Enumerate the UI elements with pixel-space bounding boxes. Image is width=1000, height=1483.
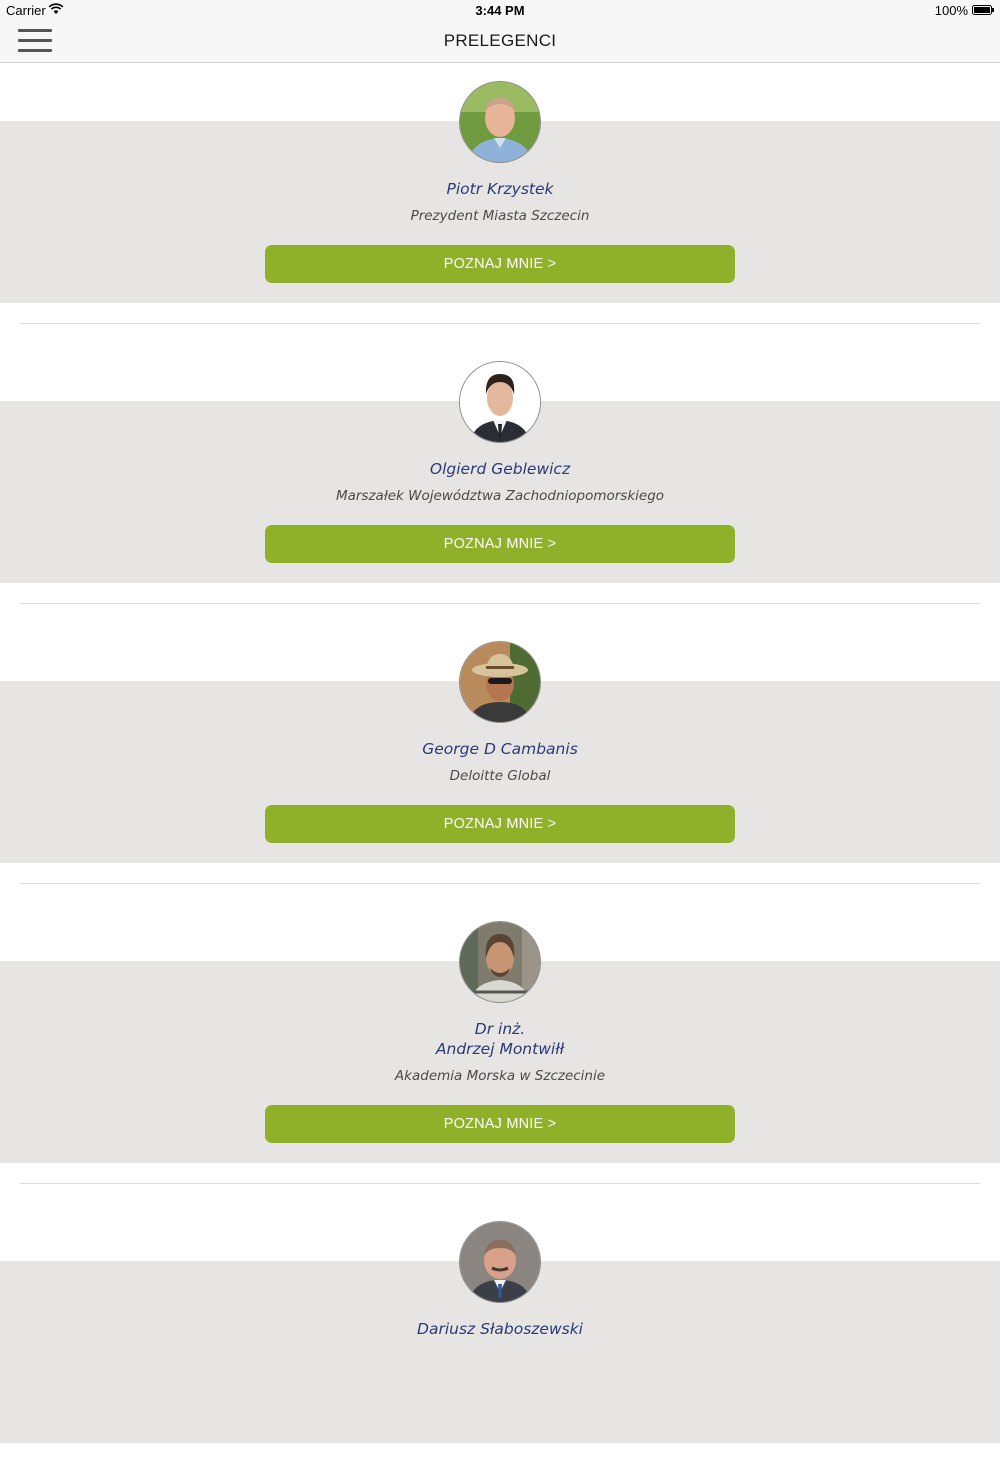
- battery-percentage: 100%: [934, 3, 968, 18]
- speaker-avatar: [460, 82, 540, 162]
- speaker-avatar: [460, 922, 540, 1002]
- meet-speaker-button[interactable]: POZNAJ MNIE >: [265, 1105, 735, 1143]
- divider: [20, 883, 980, 884]
- divider: [20, 1183, 980, 1184]
- speaker-card: Dariusz Słaboszewski: [0, 1203, 1000, 1483]
- speaker-role: Deloitte Global: [449, 768, 551, 784]
- page-title: PRELEGENCI: [443, 31, 557, 50]
- meet-speaker-button[interactable]: POZNAJ MNIE >: [265, 805, 735, 843]
- clock: 3:44 PM: [475, 3, 525, 18]
- speaker-name: Piotr Krzystek: [446, 180, 554, 198]
- speaker-card: George D Cambanis Deloitte Global POZNAJ…: [0, 623, 1000, 903]
- speaker-role: Prezydent Miasta Szczecin: [410, 208, 590, 224]
- status-bar: Carrier 3:44 PM 100%: [0, 0, 1000, 20]
- speaker-avatar: [460, 1222, 540, 1302]
- battery-icon: [972, 5, 994, 15]
- speaker-list[interactable]: Piotr Krzystek Prezydent Miasta Szczecin…: [0, 63, 1000, 1483]
- divider: [20, 603, 980, 604]
- speaker-card: Piotr Krzystek Prezydent Miasta Szczecin…: [0, 63, 1000, 343]
- meet-speaker-button[interactable]: POZNAJ MNIE >: [265, 525, 735, 563]
- speaker-name: George D Cambanis: [422, 740, 578, 758]
- speaker-name: Olgierd Geblewicz: [429, 460, 571, 478]
- divider: [20, 323, 980, 324]
- speaker-name: Dariusz Słaboszewski: [417, 1320, 583, 1338]
- speaker-avatar: [460, 642, 540, 722]
- speaker-role: Akademia Morska w Szczecinie: [394, 1068, 606, 1084]
- speaker-role: Marszałek Województwa Zachodniopomorskie…: [335, 488, 665, 504]
- speaker-card: Olgierd Geblewicz Marszałek Województwa …: [0, 343, 1000, 623]
- meet-speaker-button[interactable]: POZNAJ MNIE >: [265, 245, 735, 283]
- speaker-name: Dr inż. Andrzej Montwiłł: [435, 1020, 565, 1058]
- navigation-bar: PRELEGENCI: [0, 20, 1000, 63]
- speaker-avatar: [460, 362, 540, 442]
- speaker-card: Dr inż. Andrzej Montwiłł Akademia Morska…: [0, 903, 1000, 1203]
